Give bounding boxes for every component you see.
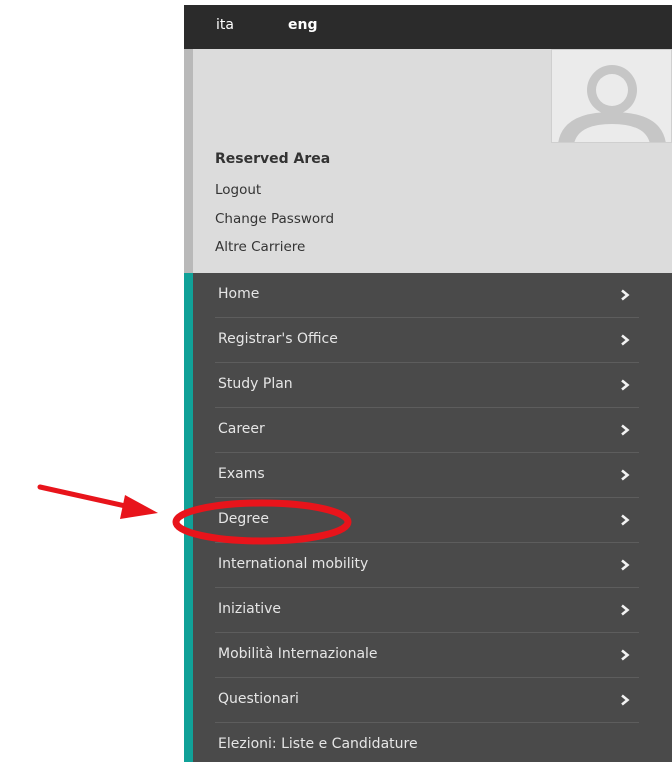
main-menu: Home Registrar's Office Study Plan Caree… bbox=[184, 273, 672, 762]
avatar bbox=[551, 49, 672, 143]
menu-item-study-plan[interactable]: Study Plan bbox=[215, 363, 639, 408]
menu-item-mobilita-internazionale[interactable]: Mobilità Internazionale bbox=[215, 633, 639, 678]
menu-item-label: Career bbox=[218, 421, 265, 437]
chevron-right-icon bbox=[621, 694, 630, 706]
menu-item-registrars-office[interactable]: Registrar's Office bbox=[215, 318, 639, 363]
menu-item-label: Home bbox=[218, 286, 260, 302]
lang-eng-link[interactable]: eng bbox=[288, 17, 317, 33]
lang-ita-link[interactable]: ita bbox=[216, 17, 234, 33]
menu-item-label: Degree bbox=[218, 511, 269, 527]
menu-item-questionari[interactable]: Questionari bbox=[215, 678, 639, 723]
language-bar: ita eng bbox=[184, 5, 672, 49]
chevron-right-icon bbox=[621, 289, 630, 301]
menu-item-iniziative[interactable]: Iniziative bbox=[215, 588, 639, 633]
chevron-right-icon bbox=[621, 379, 630, 391]
menu-item-exams[interactable]: Exams bbox=[215, 453, 639, 498]
chevron-right-icon bbox=[621, 334, 630, 346]
altre-carriere-link[interactable]: Altre Carriere bbox=[215, 239, 305, 255]
menu-item-label: Study Plan bbox=[218, 376, 293, 392]
menu-item-label: Exams bbox=[218, 466, 265, 482]
menu-item-label: Questionari bbox=[218, 691, 299, 707]
user-area: Reserved Area Logout Change Password Alt… bbox=[184, 49, 672, 273]
chevron-right-icon bbox=[621, 514, 630, 526]
user-silhouette-icon bbox=[558, 65, 666, 142]
user-area-stripe bbox=[184, 49, 193, 273]
logout-link[interactable]: Logout bbox=[215, 182, 261, 198]
menu-item-degree[interactable]: Degree bbox=[215, 498, 639, 543]
chevron-right-icon bbox=[621, 424, 630, 436]
red-arrow-icon bbox=[37, 484, 158, 519]
change-password-link[interactable]: Change Password bbox=[215, 211, 334, 227]
menu-item-label: Mobilità Internazionale bbox=[218, 646, 378, 662]
menu-item-label: Elezioni: Liste e Candidature bbox=[218, 736, 418, 752]
menu-item-label: International mobility bbox=[218, 556, 369, 572]
chevron-right-icon bbox=[621, 649, 630, 661]
menu-item-label: Registrar's Office bbox=[218, 331, 338, 347]
menu-accent-stripe bbox=[184, 273, 193, 762]
side-panel: ita eng Reserved Area Logout Change Pass… bbox=[184, 5, 672, 762]
menu-item-international-mobility[interactable]: International mobility bbox=[215, 543, 639, 588]
chevron-right-icon bbox=[621, 559, 630, 571]
menu-item-elezioni[interactable]: Elezioni: Liste e Candidature bbox=[215, 723, 639, 768]
chevron-right-icon bbox=[621, 469, 630, 481]
menu-item-home[interactable]: Home bbox=[215, 273, 639, 318]
menu-item-label: Iniziative bbox=[218, 601, 281, 617]
chevron-right-icon bbox=[621, 604, 630, 616]
menu-item-career[interactable]: Career bbox=[215, 408, 639, 453]
reserved-area-title: Reserved Area bbox=[215, 151, 331, 167]
